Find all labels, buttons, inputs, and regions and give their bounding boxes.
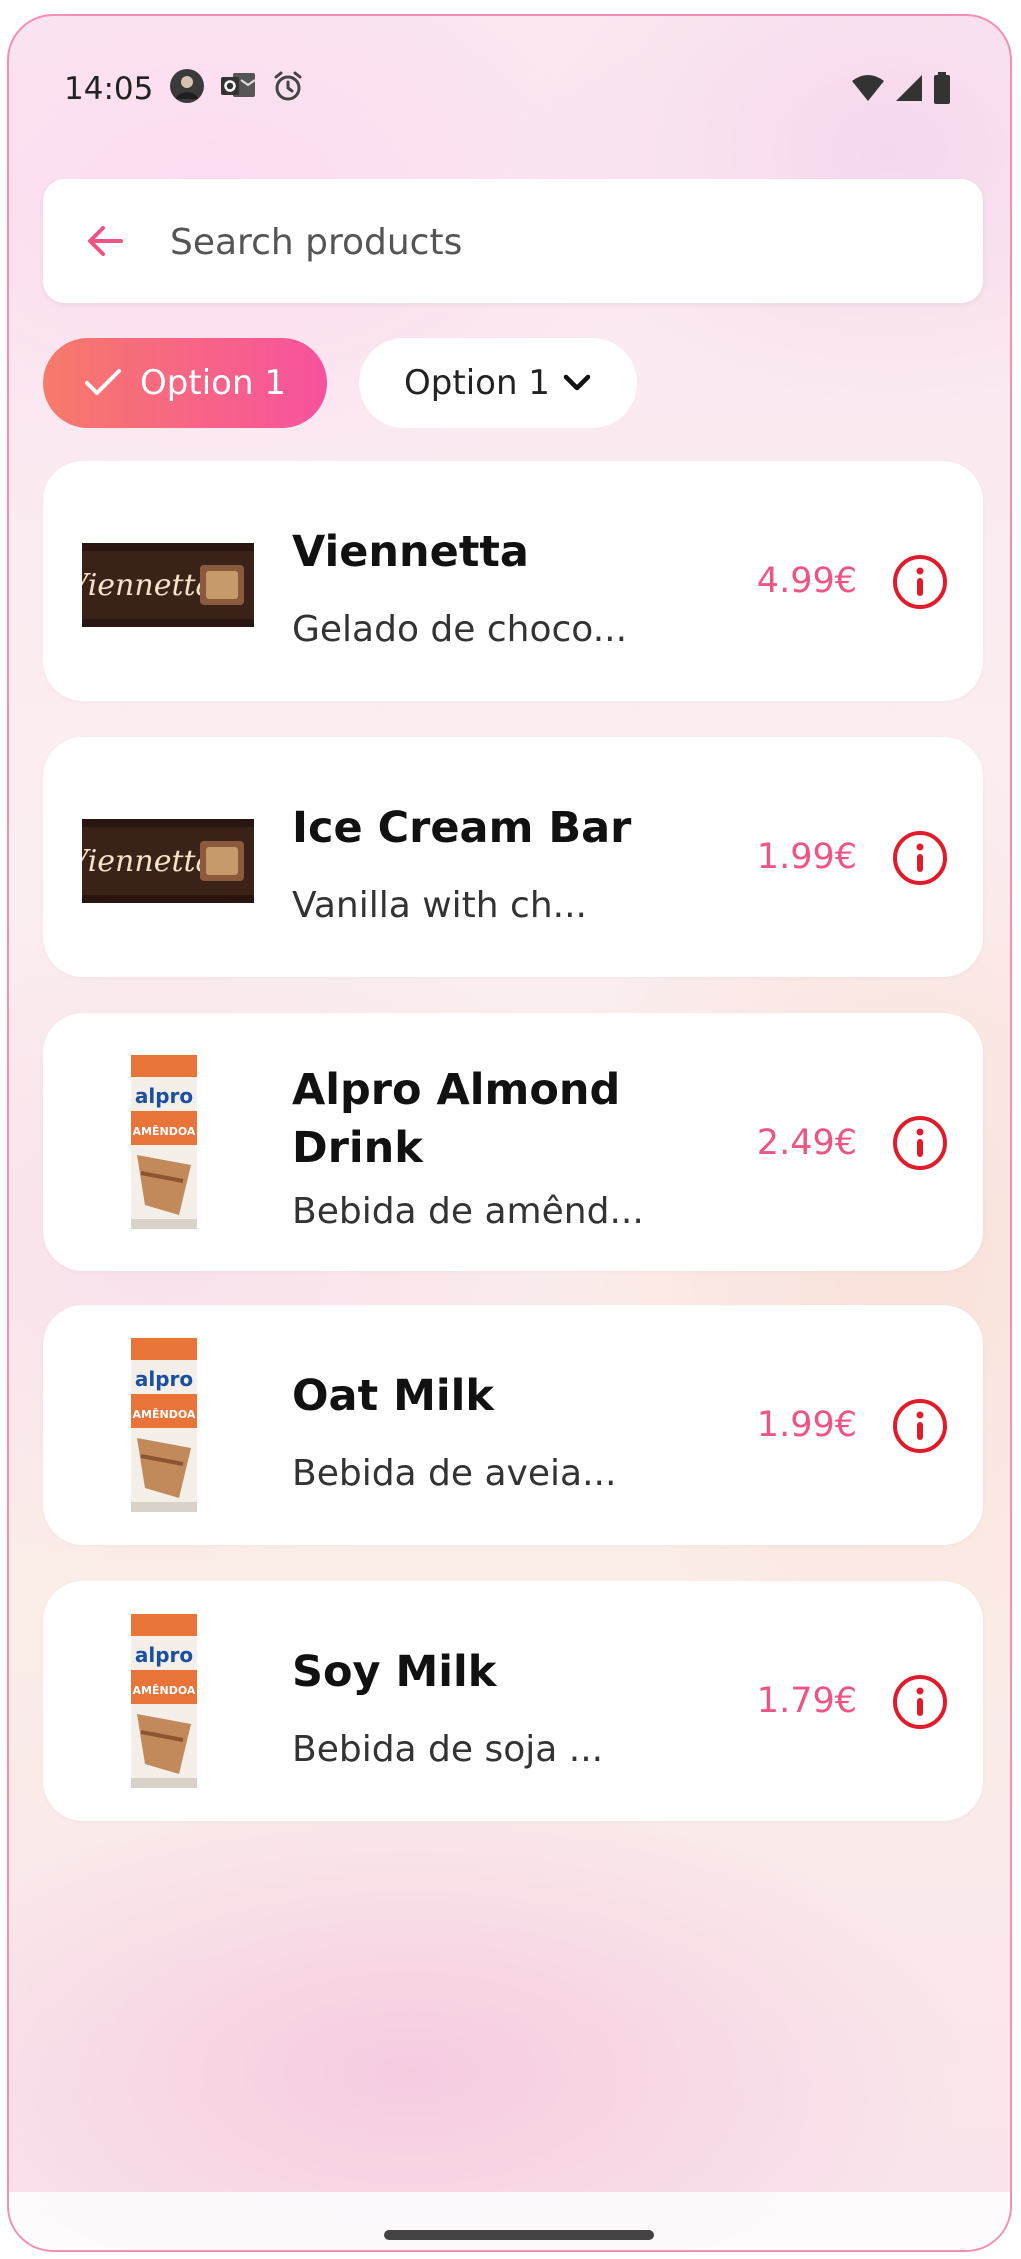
info-circle-icon[interactable] (891, 829, 949, 887)
product-price: 1.99€ (756, 1405, 857, 1445)
product-image-viennetta: Viennetta (82, 543, 254, 627)
product-description: Bebida de amênd... (292, 1191, 644, 1232)
viennetta-logo-text: Viennetta (82, 568, 213, 603)
product-card-ice-cream-bar[interactable]: Viennetta Ice Cream Bar Vanilla with ch.… (43, 737, 983, 977)
alpro-brand-text: alpro (135, 1367, 193, 1391)
status-bar: 14:05 (9, 16, 1010, 146)
product-price: 1.79€ (756, 1681, 857, 1721)
product-description: Bebida de soja ... (292, 1729, 604, 1770)
product-card-oat-milk[interactable]: alpro AMÊNDOA Oat Milk Bebida de aveia..… (43, 1305, 983, 1545)
product-title: Oat Milk (292, 1371, 494, 1421)
product-image-ice-cream-bar: Viennetta (82, 819, 254, 903)
viennetta-logo-text: Viennetta (82, 844, 213, 879)
product-price: 2.49€ (756, 1123, 857, 1163)
alpro-variant-text: AMÊNDOA (133, 1408, 196, 1421)
product-description: Vanilla with ch... (292, 885, 587, 926)
product-card-alpro-almond-drink[interactable]: alpro AMÊNDOA Alpro Almond Drink Bebida … (43, 1013, 983, 1271)
alpro-variant-text: AMÊNDOA (133, 1684, 196, 1697)
product-card-soy-milk[interactable]: alpro AMÊNDOA Soy Milk Bebida de soja ..… (43, 1581, 983, 1821)
alpro-brand-text: alpro (135, 1084, 193, 1108)
product-title: Alpro Almond Drink (292, 1065, 621, 1173)
check-icon (85, 369, 122, 395)
status-time: 14:05 (64, 71, 154, 107)
avatar-icon (170, 69, 204, 103)
alpro-brand-text: alpro (135, 1643, 193, 1667)
product-title: Ice Cream Bar (292, 803, 632, 853)
filter-chip-dropdown[interactable]: Option 1 (359, 338, 637, 428)
filter-chip-dropdown-label: Option 1 (404, 363, 550, 403)
info-circle-icon[interactable] (891, 1673, 949, 1731)
battery-icon (934, 72, 950, 104)
arrow-left-icon[interactable] (81, 217, 129, 265)
signal-icon (896, 75, 922, 101)
chevron-down-icon (563, 374, 591, 391)
alarm-icon (274, 71, 302, 101)
product-image-oat-milk: alpro AMÊNDOA (131, 1338, 197, 1512)
navigation-bar (9, 2192, 1010, 2250)
product-price: 1.99€ (756, 837, 857, 877)
info-circle-icon[interactable] (891, 553, 949, 611)
product-image-alpro-almond: alpro AMÊNDOA (131, 1055, 197, 1229)
outlook-icon (221, 73, 256, 97)
product-description: Bebida de aveia... (292, 1453, 617, 1494)
phone-screen: 14:05 Search products Option 1 Option 1 … (7, 14, 1012, 2252)
search-input[interactable] (168, 209, 952, 275)
info-circle-icon[interactable] (891, 1397, 949, 1455)
product-title: Soy Milk (292, 1647, 497, 1697)
product-image-soy-milk: alpro AMÊNDOA (131, 1614, 197, 1788)
alpro-variant-text: AMÊNDOA (133, 1125, 196, 1138)
filter-chip-selected[interactable]: Option 1 (43, 338, 327, 428)
product-description: Gelado de choco... (292, 609, 628, 650)
product-card-viennetta[interactable]: Viennetta Viennetta Gelado de choco... 4… (43, 461, 983, 701)
search-bar (43, 179, 983, 303)
home-gesture-handle[interactable] (384, 2230, 654, 2240)
wifi-icon (852, 75, 884, 101)
filter-chip-selected-label: Option 1 (140, 363, 286, 403)
product-price: 4.99€ (756, 561, 857, 601)
product-title: Viennetta (292, 527, 529, 577)
info-circle-icon[interactable] (891, 1114, 949, 1172)
